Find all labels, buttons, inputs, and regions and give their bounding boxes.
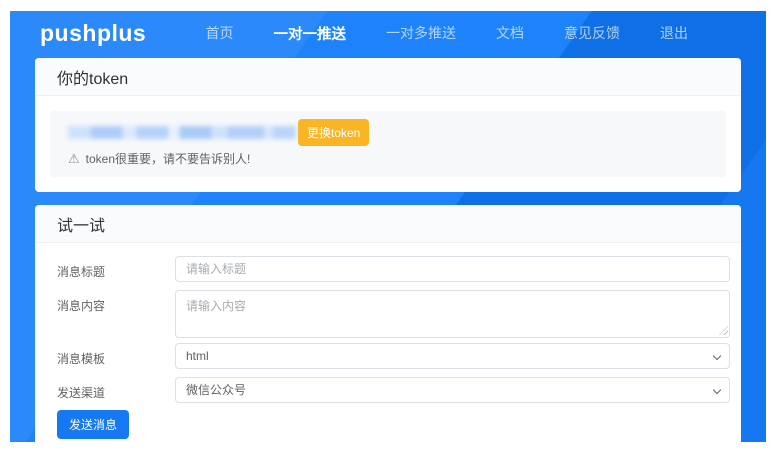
nav-item-docs[interactable]: 文档 [496, 23, 524, 43]
try-card-body: 消息标题 消息内容 消息模板 html [35, 243, 741, 448]
nav-item-one-to-one-push[interactable]: 一对一推送 [274, 23, 347, 44]
message-content-textarea[interactable] [175, 290, 730, 338]
token-card-header: 你的token [35, 58, 741, 96]
change-token-button[interactable]: 更换token [298, 119, 369, 146]
token-card: 你的token 更换token ⚠ token很重要，请不要告诉别人! [35, 58, 741, 192]
send-channel-select[interactable]: 微信公众号 [175, 377, 730, 403]
token-row: 更换token [62, 120, 714, 145]
try-card-title: 试一试 [57, 212, 105, 236]
message-title-input[interactable] [175, 256, 730, 282]
token-warning: ⚠ token很重要，请不要告诉别人! [62, 150, 714, 167]
nav-item-feedback[interactable]: 意见反馈 [564, 23, 620, 43]
brand-logo[interactable]: pushplus [40, 20, 146, 47]
token-card-body: 更换token ⚠ token很重要，请不要告诉别人! [35, 96, 741, 192]
send-channel-label: 发送渠道 [57, 377, 175, 401]
send-channel-row: 发送渠道 微信公众号 [57, 377, 730, 403]
nav-item-one-to-many-push[interactable]: 一对多推送 [386, 23, 456, 43]
nav-item-home[interactable]: 首页 [206, 23, 234, 43]
try-card: 试一试 消息标题 消息内容 消息模板 [35, 205, 741, 448]
nav-item-logout[interactable]: 退出 [660, 23, 688, 43]
warning-triangle-icon: ⚠ [68, 152, 80, 165]
send-message-button[interactable]: 发送消息 [57, 410, 129, 439]
message-template-row: 消息模板 html [57, 343, 730, 369]
message-title-row: 消息标题 [57, 256, 730, 282]
nav-links: 首页 一对一推送 一对多推送 文档 意见反馈 退出 [206, 23, 689, 44]
message-content-row: 消息内容 [57, 290, 730, 338]
message-template-select[interactable]: html [175, 343, 730, 369]
try-card-header: 试一试 [35, 205, 741, 243]
page-background: pushplus 首页 一对一推送 一对多推送 文档 意见反馈 退出 你的tok… [10, 11, 766, 442]
message-content-label: 消息内容 [57, 290, 175, 314]
token-value-redacted [68, 126, 296, 139]
message-template-label: 消息模板 [57, 343, 175, 367]
top-navbar: pushplus 首页 一对一推送 一对多推送 文档 意见反馈 退出 [10, 11, 766, 55]
message-title-label: 消息标题 [57, 256, 175, 280]
page-content: 你的token 更换token ⚠ token很重要，请不要告诉别人! 试 [10, 55, 766, 468]
token-card-title: 你的token [57, 65, 128, 89]
token-warning-text: token很重要，请不要告诉别人! [86, 150, 251, 167]
token-panel: 更换token ⚠ token很重要，请不要告诉别人! [50, 111, 726, 177]
next-card-top-edge [35, 462, 741, 468]
